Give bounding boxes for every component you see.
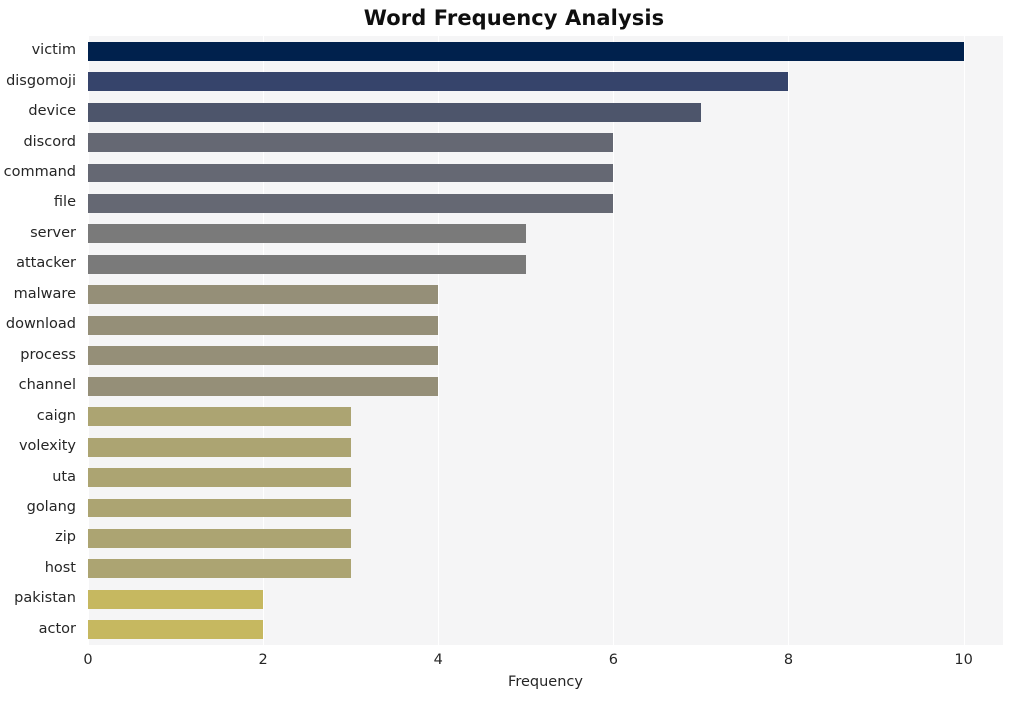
bar-pakistan [88,589,264,609]
y-tick-label-attacker: attacker [16,255,76,272]
x-tick-label-2: 2 [258,652,268,668]
bar-disgomoji [88,72,789,92]
y-tick-label-discord: discord [23,133,76,150]
y-tick-label-host: host [44,559,76,576]
y-tick-label-uta: uta [52,468,76,485]
bar-row [88,285,1003,305]
y-tick-label-disgomoji: disgomoji [6,72,76,89]
y-tick-label-file: file [53,194,76,211]
x-tick-label-8: 8 [783,652,794,668]
bar-row [88,559,1003,579]
bar-file [88,194,614,213]
bar-caign [88,407,351,427]
y-tick-label-command: command [3,164,76,181]
bar-command [88,163,614,183]
x-tick-label-0: 0 [83,652,93,668]
bar-row [88,498,1003,518]
bar-row [88,41,1003,61]
bar-row [88,254,1003,274]
bars-container [88,36,1003,645]
bar-host [88,559,351,579]
y-tick-label-actor: actor [38,620,76,637]
bar-zip [88,528,351,548]
bar-row [88,437,1003,457]
x-tick-label-4: 4 [433,652,443,668]
y-tick-label-download: download [5,316,76,333]
y-tick-label-caign: caign [36,407,76,424]
bar-row [88,589,1003,609]
bar-row [88,376,1003,396]
bar-row [88,528,1003,548]
y-tick-label-process: process [20,346,76,363]
bar-row [88,133,1003,152]
bar-malware [88,285,439,305]
chart-title: Word Frequency Analysis [363,6,665,30]
bar-row [88,72,1003,92]
bar-golang [88,498,351,518]
x-axis-tick-labels: 0 2 4 6 8 10 [83,645,1003,675]
bar-download [88,315,439,335]
bar-attacker [88,254,526,274]
word-frequency-chart-figure: Word Frequency Analysis victim disgomoji d… [0,0,1028,701]
x-tick-label-6: 6 [608,652,618,668]
bar-discord [88,133,614,152]
bar-row [88,102,1003,122]
y-tick-label-volexity: volexity [18,438,76,455]
bar-device [88,102,701,122]
bar-row [88,315,1003,335]
y-tick-label-golang: golang [26,498,76,515]
bar-row [88,224,1003,244]
x-axis-title: Frequency [508,674,583,690]
bar-row [88,468,1003,487]
y-tick-label-server: server [30,224,76,241]
bar-row [88,194,1003,213]
bar-uta [88,468,351,487]
y-tick-label-victim: victim [31,42,76,59]
y-tick-label-malware: malware [13,285,76,302]
y-tick-label-zip: zip [55,529,76,546]
bar-row [88,620,1003,640]
bar-victim [88,41,964,61]
y-tick-label-device: device [28,103,76,120]
bar-process [88,346,439,366]
y-tick-label-pakistan: pakistan [14,590,76,607]
bar-server [88,224,526,244]
bar-channel [88,376,439,396]
x-tick-label-10: 10 [954,652,973,668]
y-tick-label-channel: channel [18,377,76,394]
bar-row [88,407,1003,427]
bar-actor [88,620,264,640]
bar-volexity [88,437,351,457]
plot-area [88,36,1003,645]
bar-row [88,163,1003,183]
y-axis-tick-labels: victim disgomoji device discord command file s… [0,36,82,645]
bar-row [88,346,1003,366]
